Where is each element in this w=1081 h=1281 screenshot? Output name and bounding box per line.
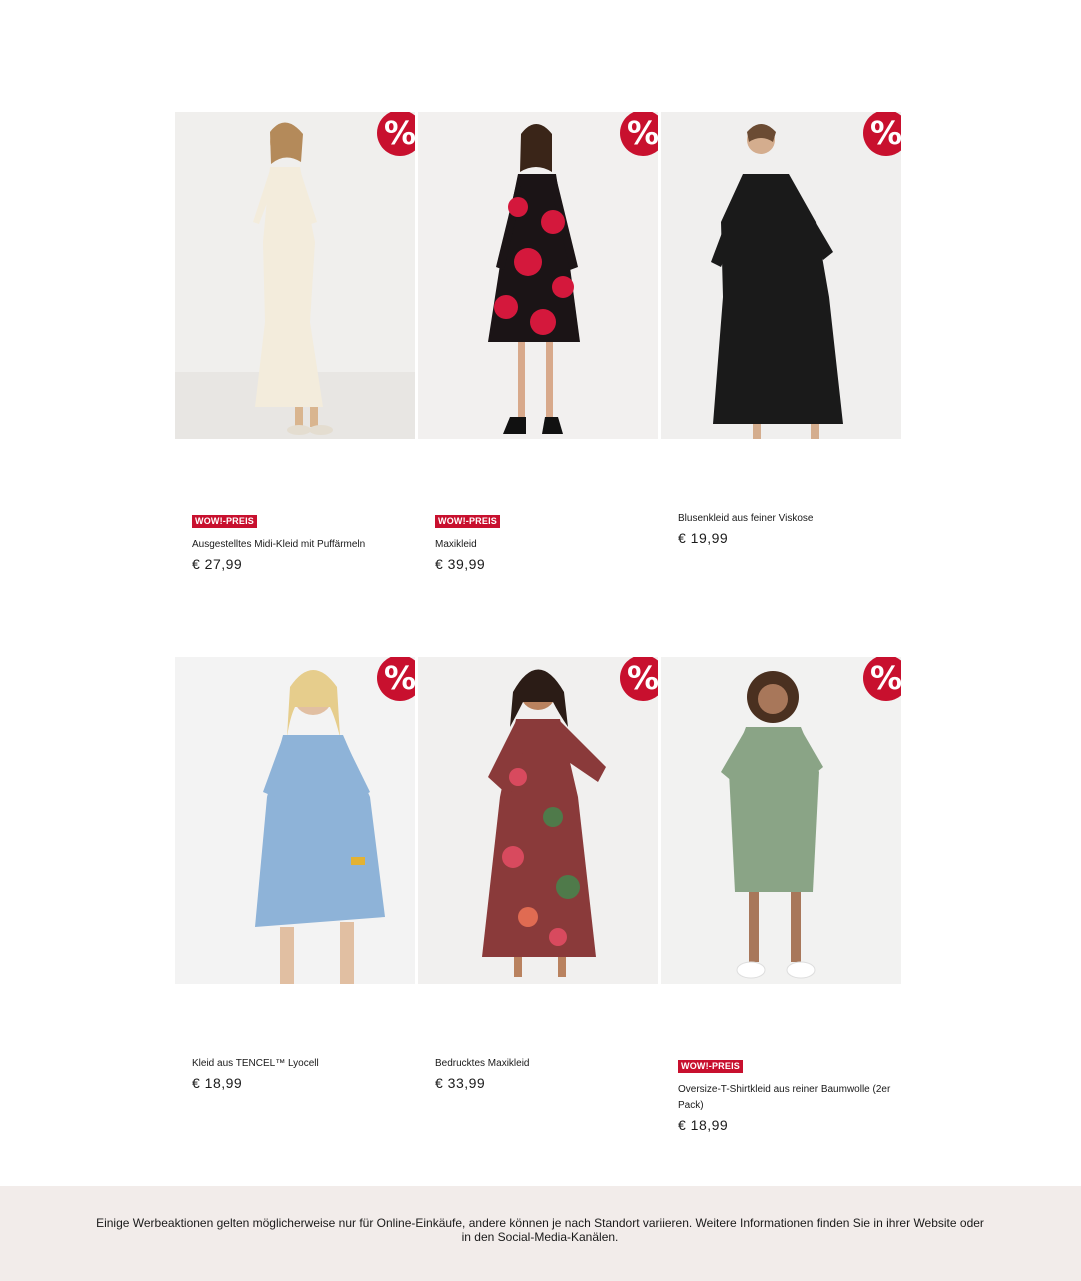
product-price: € 39,99 (435, 556, 486, 572)
product-card[interactable]: % WOW!-PREIS Oversize-T-Shirtkleid aus r… (661, 657, 901, 1133)
product-name[interactable]: Oversize-T-Shirtkleid aus reiner Baumwol… (678, 1082, 901, 1114)
product-image[interactable]: % (661, 112, 901, 439)
product-photo (175, 112, 415, 439)
product-name[interactable]: Kleid aus TENCEL™ Lyocell (192, 1056, 415, 1072)
product-photo (418, 112, 658, 439)
product-image[interactable]: % (661, 657, 901, 984)
product-photo (418, 657, 658, 984)
product-price: € 19,99 (678, 530, 729, 546)
disclaimer-footer: Einige Werbeaktionen gelten möglicherwei… (0, 1186, 1081, 1281)
product-card[interactable]: % WOW!-PREIS Maxikleid € 39,99 (418, 112, 658, 572)
product-name[interactable]: Blusenkleid aus feiner Viskose (678, 511, 901, 527)
product-price: € 33,99 (435, 1075, 486, 1091)
product-price: € 27,99 (192, 556, 243, 572)
product-card[interactable]: % Kleid aus TENCEL™ Lyocell € 18,99 (175, 657, 415, 1091)
wowi-price-tag: WOW!-PREIS (435, 515, 500, 528)
product-name[interactable]: Bedrucktes Maxikleid (435, 1056, 658, 1072)
product-image[interactable]: % (418, 112, 658, 439)
wowi-price-tag: WOW!-PREIS (192, 515, 257, 528)
product-card[interactable]: % Blusenkleid aus feiner Viskose € 19,99 (661, 112, 901, 546)
wowi-price-tag: WOW!-PREIS (678, 1060, 743, 1073)
product-photo (661, 112, 901, 439)
product-image[interactable]: % (418, 657, 658, 984)
product-photo (661, 657, 901, 984)
product-card[interactable]: % WOW!-PREIS Ausgestelltes Midi-Kleid mi… (175, 112, 415, 572)
product-name[interactable]: Ausgestelltes Midi-Kleid mit Puffärmeln (192, 537, 415, 553)
product-price: € 18,99 (192, 1075, 243, 1091)
product-image[interactable]: % (175, 657, 415, 984)
product-image[interactable]: % (175, 112, 415, 439)
product-price: € 18,99 (678, 1117, 729, 1133)
disclaimer-text: Einige Werbeaktionen gelten möglicherwei… (96, 1216, 984, 1244)
product-card[interactable]: % Bedrucktes Maxikleid € 33,99 (418, 657, 658, 1091)
product-name[interactable]: Maxikleid (435, 537, 658, 553)
product-photo (175, 657, 415, 984)
